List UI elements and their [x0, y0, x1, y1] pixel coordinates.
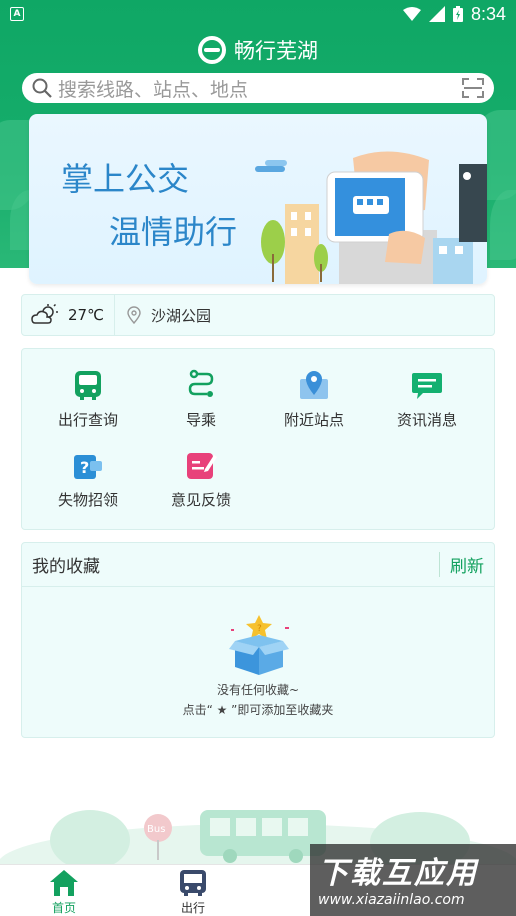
svg-text:?: ? [80, 458, 89, 477]
location-pin-icon [127, 306, 141, 324]
partly-cloudy-icon [31, 304, 58, 324]
favorites-panel: 我的收藏 刷新 ? 没有任何收藏~ 点击“ ★ ”即可添加至收藏夹 [21, 542, 495, 738]
tab-home[interactable]: 首页 [24, 865, 104, 916]
tab-label: 首页 [51, 901, 76, 915]
search-placeholder: 搜索线路、站点、地点 [58, 78, 249, 101]
empty-hint: 点击“ ★ ”即可添加至收藏夹 [182, 703, 334, 717]
map-pin-icon [300, 371, 328, 399]
edit-icon [187, 453, 217, 479]
promo-banner[interactable]: 掌上公交 温情助行 [29, 114, 487, 284]
watermark-title: 下载互应用 [318, 856, 478, 891]
favorites-title: 我的收藏 [32, 557, 100, 577]
favorites-header: 我的收藏 刷新 [22, 543, 494, 587]
status-bar: A 8:34 [0, 0, 516, 28]
svg-text:?: ? [257, 624, 262, 634]
feature-feedback[interactable]: 意见反馈 [145, 449, 257, 519]
app-logo-icon [198, 36, 226, 64]
feature-grid: 出行查询 导乘 附近站点 资讯消息 ? 失物招领 意见反馈 [21, 348, 495, 530]
divider [113, 294, 115, 336]
feature-news[interactable]: 资讯消息 [371, 369, 483, 439]
weather-location-bar[interactable]: 27℃ 沙湖公园 [21, 294, 495, 336]
empty-box-icon: ? [229, 615, 289, 675]
site-watermark: 下载互应用 www.xiazaiinlao.com [310, 844, 516, 916]
feature-label: 意见反馈 [170, 491, 231, 509]
feature-label: 附近站点 [283, 411, 344, 429]
temperature: 27℃ [68, 306, 104, 324]
scan-icon[interactable] [462, 78, 484, 98]
refresh-button[interactable]: 刷新 [439, 552, 484, 577]
app-header: 畅行芜湖 [0, 34, 516, 66]
route-icon [188, 369, 214, 397]
search-icon [32, 78, 52, 98]
feature-trip-query[interactable]: 出行查询 [32, 369, 144, 439]
notification-icon: A [10, 7, 24, 21]
search-bar[interactable]: 搜索线路、站点、地点 [22, 73, 494, 103]
feature-lost-found[interactable]: ? 失物招领 [32, 449, 144, 519]
feature-nearby-stops[interactable]: 附近站点 [258, 369, 370, 439]
bus-stop-sign: Bus [147, 824, 165, 835]
tab-label: 出行 [180, 901, 205, 915]
watermark-url: www.xiazaiinlao.com [318, 892, 465, 908]
empty-message: 没有任何收藏~ [216, 683, 300, 697]
feature-label: 出行查询 [57, 411, 118, 429]
wallet-question-icon: ? [74, 455, 102, 479]
battery-icon [452, 6, 463, 22]
bus-icon [180, 870, 206, 896]
bus-icon [75, 371, 101, 400]
home-icon [50, 870, 78, 896]
current-location: 沙湖公园 [150, 306, 211, 325]
clock: 8:34 [470, 3, 506, 24]
feature-label: 失物招领 [57, 491, 118, 509]
feature-label: 导乘 [185, 411, 216, 429]
wifi-icon [402, 7, 421, 21]
feature-guide[interactable]: 导乘 [145, 369, 257, 439]
feature-label: 资讯消息 [396, 411, 457, 429]
message-icon [412, 373, 442, 399]
banner-illustration [255, 151, 487, 284]
signal-icon [428, 6, 445, 22]
app-title: 畅行芜湖 [234, 39, 318, 63]
tab-travel[interactable]: 出行 [153, 865, 233, 916]
